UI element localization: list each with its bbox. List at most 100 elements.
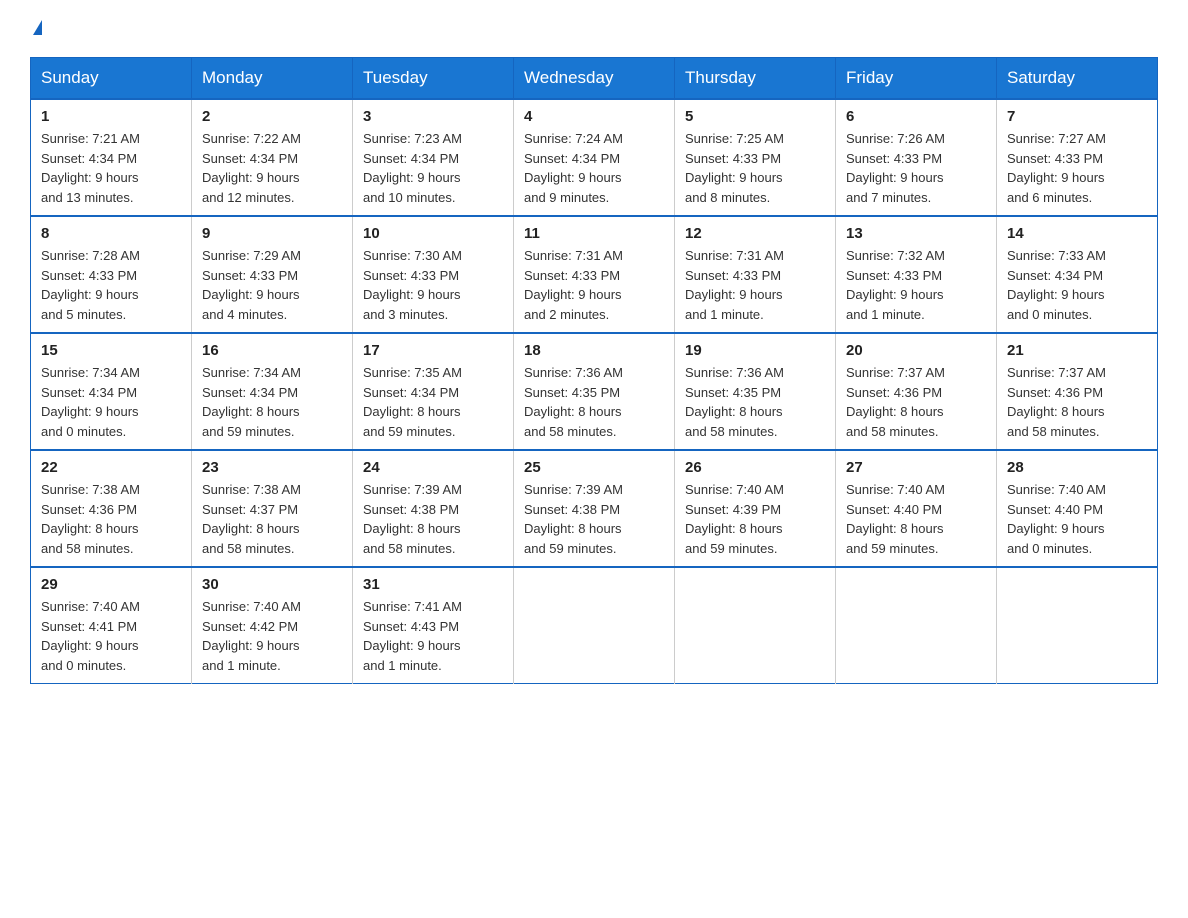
day-number: 13 [846,225,986,242]
calendar-cell: 5Sunrise: 7:25 AMSunset: 4:33 PMDaylight… [675,99,836,216]
week-row-4: 22 Sunrise: 7:38 AMSunset: 4:36 PMDayligh… [31,450,1158,567]
day-number: 27 [846,459,986,476]
day-info: Sunrise: 7:40 AMSunset: 4:39 PMDaylight:… [685,480,825,558]
calendar-cell: 25 Sunrise: 7:39 AMSunset: 4:38 PMDayligh… [514,450,675,567]
logo [30,20,42,37]
day-info: Sunrise: 7:23 AMSunset: 4:34 PMDaylight:… [363,129,503,207]
calendar-cell: 31Sunrise: 7:41 AMSunset: 4:43 PMDayligh… [353,567,514,684]
day-info: Sunrise: 7:38 AMSunset: 4:36 PMDaylight:… [41,480,181,558]
calendar-cell: 13 Sunrise: 7:32 AMSunset: 4:33 PMDayligh… [836,216,997,333]
day-number: 20 [846,342,986,359]
calendar-cell: 30 Sunrise: 7:40 AMSunset: 4:42 PMDayligh… [192,567,353,684]
calendar-cell: 28 Sunrise: 7:40 AMSunset: 4:40 PMDayligh… [997,450,1158,567]
day-info: Sunrise: 7:25 AMSunset: 4:33 PMDaylight:… [685,129,825,207]
day-info: Sunrise: 7:40 AMSunset: 4:42 PMDaylight:… [202,597,342,675]
day-number: 7 [1007,108,1147,125]
day-info: Sunrise: 7:34 AMSunset: 4:34 PMDaylight:… [41,363,181,441]
week-row-2: 8Sunrise: 7:28 AMSunset: 4:33 PMDaylight… [31,216,1158,333]
calendar-cell: 22 Sunrise: 7:38 AMSunset: 4:36 PMDayligh… [31,450,192,567]
day-number: 6 [846,108,986,125]
calendar-cell: 2 Sunrise: 7:22 AMSunset: 4:34 PMDaylight… [192,99,353,216]
day-info: Sunrise: 7:24 AMSunset: 4:34 PMDaylight:… [524,129,664,207]
calendar-cell: 27 Sunrise: 7:40 AMSunset: 4:40 PMDayligh… [836,450,997,567]
calendar-cell: 26 Sunrise: 7:40 AMSunset: 4:39 PMDayligh… [675,450,836,567]
calendar-cell: 17 Sunrise: 7:35 AMSunset: 4:34 PMDayligh… [353,333,514,450]
day-number: 12 [685,225,825,242]
weekday-header-friday: Friday [836,58,997,100]
day-info: Sunrise: 7:29 AMSunset: 4:33 PMDaylight:… [202,246,342,324]
day-number: 30 [202,576,342,593]
calendar-table: SundayMondayTuesdayWednesdayThursdayFrid… [30,57,1158,684]
day-info: Sunrise: 7:27 AMSunset: 4:33 PMDaylight:… [1007,129,1147,207]
calendar-cell: 18Sunrise: 7:36 AMSunset: 4:35 PMDayligh… [514,333,675,450]
day-number: 3 [363,108,503,125]
day-info: Sunrise: 7:37 AMSunset: 4:36 PMDaylight:… [846,363,986,441]
week-row-5: 29Sunrise: 7:40 AMSunset: 4:41 PMDayligh… [31,567,1158,684]
day-info: Sunrise: 7:32 AMSunset: 4:33 PMDaylight:… [846,246,986,324]
day-info: Sunrise: 7:40 AMSunset: 4:40 PMDaylight:… [1007,480,1147,558]
calendar-cell: 19 Sunrise: 7:36 AMSunset: 4:35 PMDayligh… [675,333,836,450]
week-row-3: 15 Sunrise: 7:34 AMSunset: 4:34 PMDayligh… [31,333,1158,450]
day-number: 8 [41,225,181,242]
day-info: Sunrise: 7:31 AMSunset: 4:33 PMDaylight:… [524,246,664,324]
day-number: 4 [524,108,664,125]
calendar-cell: 15 Sunrise: 7:34 AMSunset: 4:34 PMDayligh… [31,333,192,450]
calendar-cell [836,567,997,684]
calendar-cell: 20 Sunrise: 7:37 AMSunset: 4:36 PMDayligh… [836,333,997,450]
day-info: Sunrise: 7:39 AMSunset: 4:38 PMDaylight:… [524,480,664,558]
day-number: 23 [202,459,342,476]
calendar-cell: 7 Sunrise: 7:27 AMSunset: 4:33 PMDaylight… [997,99,1158,216]
page-header [30,20,1158,37]
day-number: 19 [685,342,825,359]
weekday-header-tuesday: Tuesday [353,58,514,100]
day-number: 22 [41,459,181,476]
weekday-header-row: SundayMondayTuesdayWednesdayThursdayFrid… [31,58,1158,100]
day-info: Sunrise: 7:35 AMSunset: 4:34 PMDaylight:… [363,363,503,441]
day-number: 16 [202,342,342,359]
day-info: Sunrise: 7:36 AMSunset: 4:35 PMDaylight:… [685,363,825,441]
day-info: Sunrise: 7:36 AMSunset: 4:35 PMDaylight:… [524,363,664,441]
calendar-cell [514,567,675,684]
calendar-cell: 12 Sunrise: 7:31 AMSunset: 4:33 PMDayligh… [675,216,836,333]
calendar-cell: 1 Sunrise: 7:21 AMSunset: 4:34 PMDaylight… [31,99,192,216]
day-info: Sunrise: 7:26 AMSunset: 4:33 PMDaylight:… [846,129,986,207]
day-info: Sunrise: 7:41 AMSunset: 4:43 PMDaylight:… [363,597,503,675]
day-info: Sunrise: 7:37 AMSunset: 4:36 PMDaylight:… [1007,363,1147,441]
day-number: 26 [685,459,825,476]
day-number: 15 [41,342,181,359]
day-number: 1 [41,108,181,125]
calendar-cell: 11Sunrise: 7:31 AMSunset: 4:33 PMDayligh… [514,216,675,333]
weekday-header-saturday: Saturday [997,58,1158,100]
weekday-header-monday: Monday [192,58,353,100]
calendar-cell: 10Sunrise: 7:30 AMSunset: 4:33 PMDayligh… [353,216,514,333]
calendar-cell [675,567,836,684]
day-number: 28 [1007,459,1147,476]
day-info: Sunrise: 7:21 AMSunset: 4:34 PMDaylight:… [41,129,181,207]
calendar-cell: 4 Sunrise: 7:24 AMSunset: 4:34 PMDaylight… [514,99,675,216]
calendar-cell: 14Sunrise: 7:33 AMSunset: 4:34 PMDayligh… [997,216,1158,333]
day-info: Sunrise: 7:30 AMSunset: 4:33 PMDaylight:… [363,246,503,324]
day-info: Sunrise: 7:38 AMSunset: 4:37 PMDaylight:… [202,480,342,558]
day-info: Sunrise: 7:22 AMSunset: 4:34 PMDaylight:… [202,129,342,207]
day-info: Sunrise: 7:39 AMSunset: 4:38 PMDaylight:… [363,480,503,558]
day-number: 9 [202,225,342,242]
day-number: 2 [202,108,342,125]
day-info: Sunrise: 7:40 AMSunset: 4:40 PMDaylight:… [846,480,986,558]
calendar-cell: 23 Sunrise: 7:38 AMSunset: 4:37 PMDayligh… [192,450,353,567]
calendar-cell: 29Sunrise: 7:40 AMSunset: 4:41 PMDayligh… [31,567,192,684]
day-number: 25 [524,459,664,476]
calendar-cell: 24Sunrise: 7:39 AMSunset: 4:38 PMDayligh… [353,450,514,567]
day-info: Sunrise: 7:33 AMSunset: 4:34 PMDaylight:… [1007,246,1147,324]
day-info: Sunrise: 7:31 AMSunset: 4:33 PMDaylight:… [685,246,825,324]
logo-triangle-icon [33,20,42,35]
day-number: 17 [363,342,503,359]
calendar-cell: 3 Sunrise: 7:23 AMSunset: 4:34 PMDaylight… [353,99,514,216]
week-row-1: 1 Sunrise: 7:21 AMSunset: 4:34 PMDaylight… [31,99,1158,216]
calendar-cell: 16 Sunrise: 7:34 AMSunset: 4:34 PMDayligh… [192,333,353,450]
calendar-cell: 8Sunrise: 7:28 AMSunset: 4:33 PMDaylight… [31,216,192,333]
calendar-cell [997,567,1158,684]
day-info: Sunrise: 7:34 AMSunset: 4:34 PMDaylight:… [202,363,342,441]
weekday-header-thursday: Thursday [675,58,836,100]
calendar-cell: 21 Sunrise: 7:37 AMSunset: 4:36 PMDayligh… [997,333,1158,450]
day-number: 21 [1007,342,1147,359]
